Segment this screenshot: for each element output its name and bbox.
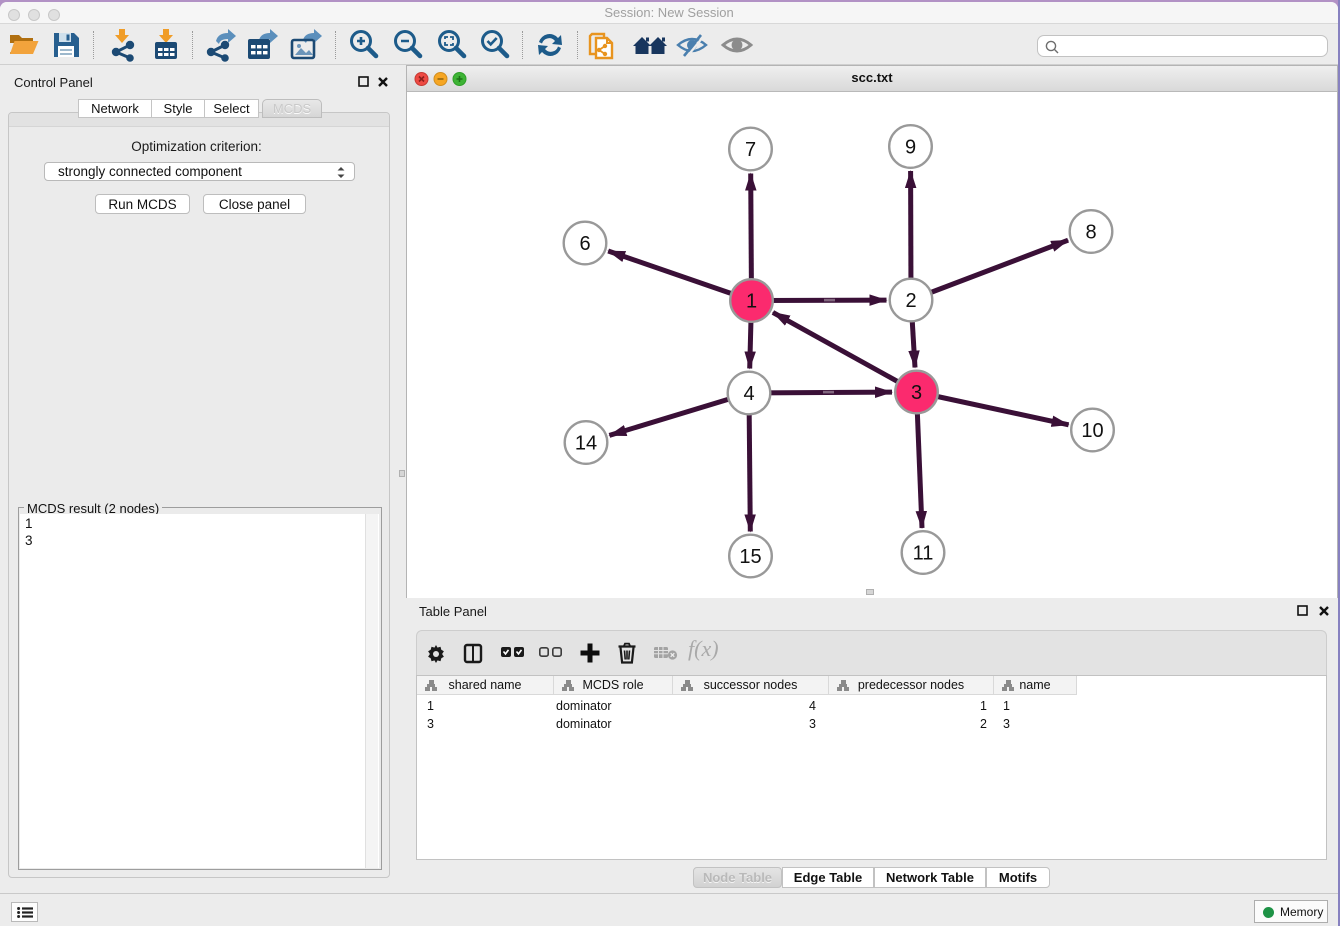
svg-text:14: 14 xyxy=(575,433,597,455)
svg-text:9: 9 xyxy=(905,137,916,159)
svg-text:10: 10 xyxy=(1081,420,1103,442)
svg-text:2: 2 xyxy=(905,290,916,312)
svg-text:4: 4 xyxy=(743,383,754,405)
svg-text:6: 6 xyxy=(579,233,590,255)
svg-text:15: 15 xyxy=(739,546,761,568)
svg-text:1: 1 xyxy=(746,291,757,313)
svg-text:11: 11 xyxy=(913,543,934,565)
svg-text:7: 7 xyxy=(745,139,756,161)
svg-text:8: 8 xyxy=(1085,222,1096,244)
svg-text:3: 3 xyxy=(911,382,922,404)
